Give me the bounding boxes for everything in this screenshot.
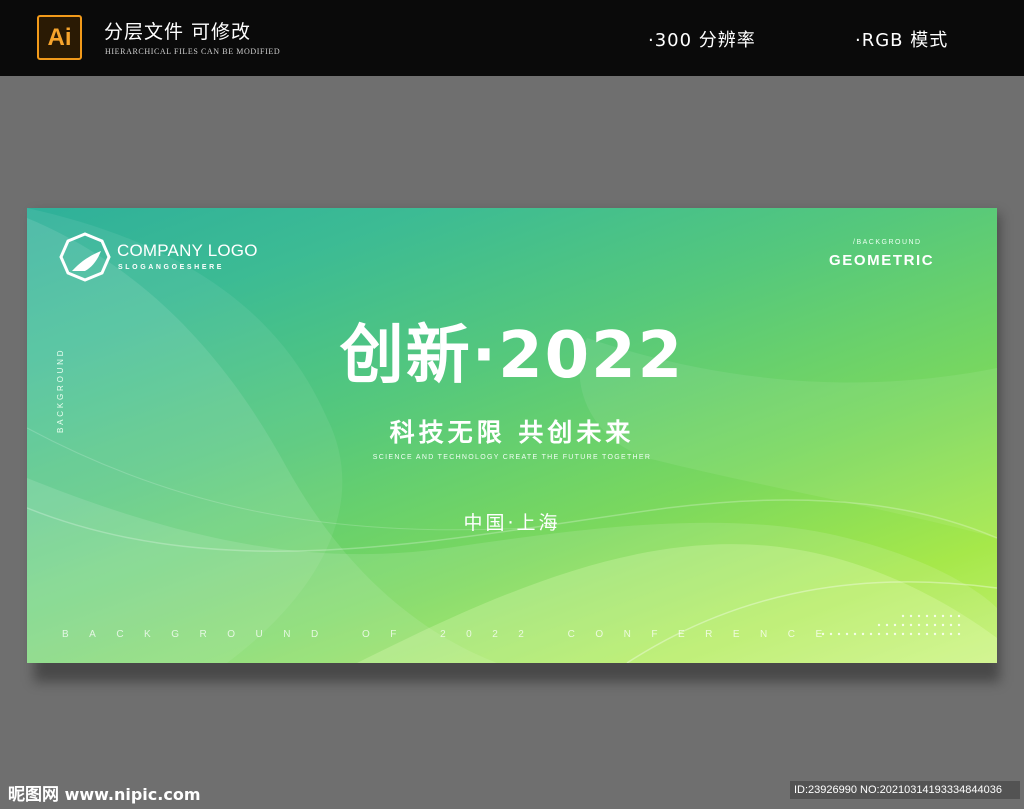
watermark-site-url: www.nipic.com	[64, 785, 201, 804]
watermark-site-name: 昵图网	[8, 785, 59, 805]
dot-grid-decoration	[821, 614, 961, 636]
color-mode-spec: ·RGB 模式	[855, 30, 949, 51]
ai-badge-label: Ai	[47, 23, 72, 51]
location-text: 中国·上海	[463, 512, 561, 534]
resolution-spec: ·300 分辨率	[648, 30, 756, 51]
subheadline-english: SCIENCE AND TECHNOLOGY CREATE THE FUTURE…	[372, 454, 652, 461]
header-title: 分层文件 可修改	[104, 21, 252, 43]
watermark-id: ID:23926990 NO:20210314193334844036	[790, 781, 1020, 799]
bottom-tagline: BACKGROUND OF 2022 CONFERENCE	[62, 629, 843, 640]
logo-name: COMPANY LOGO	[117, 241, 258, 260]
header-subtitle: HIERARCHICAL FILES CAN BE MODIFIED	[105, 47, 281, 56]
header-bar: Ai 分层文件 可修改 HIERARCHICAL FILES CAN BE MO…	[0, 0, 1024, 76]
geometric-label: GEOMETRIC	[829, 252, 935, 269]
watermark-site: 昵图网 www.nipic.com	[8, 780, 201, 805]
subheadline: 科技无限 共创未来	[389, 418, 635, 447]
company-logo-icon	[59, 232, 111, 282]
banner-artwork: COMPANY LOGO SLOGANGOESHERE /BACKGROUND …	[27, 208, 997, 663]
background-tag: /BACKGROUND	[853, 239, 922, 246]
logo-slogan: SLOGANGOESHERE	[118, 264, 225, 271]
illustrator-icon: Ai	[37, 15, 82, 60]
headline: 创新·2022	[339, 319, 685, 393]
vertical-side-text: BACKGROUND	[56, 347, 65, 433]
